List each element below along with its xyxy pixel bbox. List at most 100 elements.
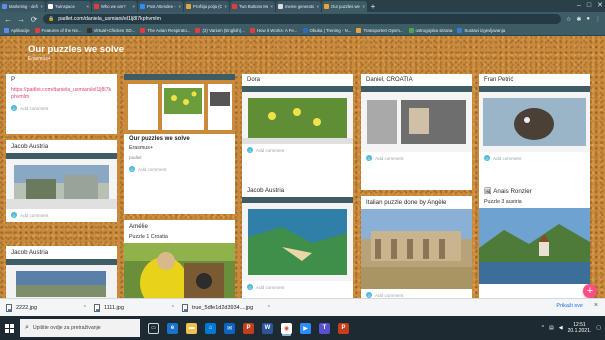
- post-card[interactable]: Jacob Austria ☺ Add comment: [6, 140, 117, 222]
- task-view-icon[interactable]: ▭: [148, 322, 159, 334]
- post-author: P: [11, 77, 16, 83]
- post-image: [6, 259, 117, 298]
- close-tab-icon[interactable]: ×: [362, 4, 365, 9]
- tab-favicon-icon: [140, 4, 145, 9]
- browser-tab[interactable]: Marketing - defin ×: [0, 1, 45, 12]
- add-comment-button[interactable]: ☺ Add comment: [361, 289, 472, 298]
- close-tab-icon[interactable]: ×: [316, 4, 319, 9]
- start-button[interactable]: [0, 316, 18, 340]
- maximize-icon[interactable]: □: [587, 0, 591, 11]
- bookmark-item[interactable]: Features of the Ne...: [34, 28, 82, 33]
- post-card[interactable]: Jacob Austria: [6, 246, 117, 298]
- add-comment-button[interactable]: ☺ Add comment: [242, 281, 353, 293]
- downloads-bar: 2222.jpg ^ 1111.jpg ^ true_5dfe1d2d3934...…: [0, 298, 605, 316]
- post-card[interactable]: Amélie Puzzle 1 Croatia: [124, 220, 235, 298]
- word-icon[interactable]: W: [262, 322, 273, 334]
- browser-tab[interactable]: meme generator ×: [276, 1, 321, 12]
- browser-tab[interactable]: Post Attendee - Z ×: [138, 1, 183, 12]
- browser-tab[interactable]: Proštija polja (C) ×: [184, 1, 229, 12]
- post-card[interactable]: Daniel, CROATIA ☺ Add comment: [361, 74, 472, 190]
- back-icon[interactable]: ←: [4, 15, 12, 24]
- close-icon[interactable]: ×: [594, 302, 598, 309]
- bookmark-favicon-icon: [302, 28, 308, 33]
- add-comment-button[interactable]: ☺ Add comment: [361, 152, 472, 164]
- bookmark-item[interactable]: Obuka | Trening - N...: [302, 28, 351, 33]
- browser-tab[interactable]: Two Buttons Me ×: [230, 1, 275, 12]
- post-image: [124, 74, 235, 134]
- chevron-up-icon[interactable]: ^: [172, 305, 174, 311]
- bookmark-item[interactable]: (2) Varium (English)...: [195, 28, 245, 33]
- clock[interactable]: 12:51 20.1.2021.: [568, 322, 592, 335]
- bookmark-item[interactable]: ostrogojska sitrana: [408, 28, 452, 33]
- show-all-downloads-link[interactable]: Prikaži sve: [556, 303, 583, 309]
- post-card[interactable]: 🖼 Anais Ronzier Puzzle 3 austria: [479, 184, 590, 298]
- file-explorer-icon[interactable]: ▬: [186, 322, 197, 334]
- browser-tab[interactable]: Who we are? ×: [92, 1, 137, 12]
- close-tab-icon[interactable]: ×: [40, 4, 43, 9]
- close-window-icon[interactable]: ✕: [597, 0, 603, 11]
- chrome-icon[interactable]: ◉: [281, 322, 292, 334]
- bookmark-item[interactable]: Transporteri Opsm...: [356, 28, 404, 33]
- avatar: ☺: [366, 155, 372, 161]
- teams-icon[interactable]: T: [319, 322, 330, 334]
- bookmark-item[interactable]: Virtual+Chicken SD...: [86, 28, 135, 33]
- powerpoint-icon[interactable]: P: [243, 322, 254, 334]
- reload-icon[interactable]: ⟳: [30, 15, 38, 24]
- bookmark-item[interactable]: The Avian Respirato...: [140, 28, 190, 33]
- new-tab-icon[interactable]: +: [368, 1, 378, 12]
- tab-favicon-icon: [186, 4, 191, 9]
- download-item[interactable]: 2222.jpg ^: [6, 303, 94, 312]
- close-tab-icon[interactable]: ×: [86, 4, 89, 9]
- close-tab-icon[interactable]: ×: [224, 4, 227, 9]
- image-file-icon: [182, 303, 188, 312]
- bookmark-item[interactable]: Aplikacije: [4, 28, 30, 33]
- download-item[interactable]: 1111.jpg ^: [94, 303, 182, 312]
- post-card[interactable]: Jacob Austria ☺ Add comment: [242, 184, 353, 298]
- add-comment-button[interactable]: ☺ Add comment: [124, 163, 235, 175]
- browser-tab[interactable]: Our puzzles we w×: [322, 1, 367, 12]
- zoom-icon[interactable]: ▶: [300, 322, 311, 334]
- address-bar[interactable]: 🔒 padlet.com/daniela_usmiani/el1lj8l7kph…: [43, 14, 561, 24]
- chevron-up-icon[interactable]: ^: [84, 305, 86, 311]
- mail-icon[interactable]: ✉: [224, 322, 235, 334]
- browser-tab[interactable]: Twinspace ×: [46, 1, 91, 12]
- volume-icon[interactable]: ◀: [559, 325, 563, 331]
- add-comment-button[interactable]: ☺ Add comment: [242, 144, 353, 156]
- add-post-button[interactable]: +: [583, 284, 597, 298]
- post-card[interactable]: P https://padlet.com/daniela_usmiani/el1…: [6, 74, 117, 134]
- add-comment-button[interactable]: ☺ Add comment: [479, 152, 590, 164]
- post-card[interactable]: Our puzzles we solve Erasmus+ padlet ☺ Ad…: [124, 74, 235, 214]
- menu-icon[interactable]: ⋮: [595, 16, 601, 23]
- tab-title: Proštija polja (C): [193, 4, 223, 9]
- post-link[interactable]: https://padlet.com/daniela_usmiani/el1lj…: [6, 86, 117, 102]
- post-image: [242, 197, 353, 281]
- extensions-icon[interactable]: ✱: [576, 16, 581, 23]
- page-subtitle: Erasmus+: [28, 56, 51, 62]
- minimize-icon[interactable]: –: [577, 0, 581, 11]
- edge-icon[interactable]: e: [167, 322, 178, 334]
- star-icon[interactable]: ☆: [566, 16, 571, 23]
- close-tab-icon[interactable]: ×: [178, 4, 181, 9]
- post-author: Daniel, CROATIA: [366, 77, 413, 83]
- powerpoint-icon[interactable]: P: [338, 322, 349, 334]
- profile-icon[interactable]: ●: [586, 16, 590, 23]
- chevron-up-icon[interactable]: ^: [542, 325, 544, 331]
- post-card[interactable]: Italian puzzle done by Angèle ☺ Add comme…: [361, 196, 472, 298]
- bookmark-item[interactable]: Sustavi izgevljavanja: [457, 28, 505, 33]
- post-image: [479, 208, 590, 284]
- add-comment-button[interactable]: ☺ Add comment: [6, 209, 117, 221]
- forward-icon[interactable]: →: [17, 15, 25, 24]
- network-icon[interactable]: ▤: [549, 325, 554, 331]
- notifications-icon[interactable]: ▢: [596, 325, 601, 331]
- post-image: [361, 209, 472, 289]
- download-item[interactable]: true_5dfe1d2d3934....jpg ^: [182, 303, 278, 312]
- close-tab-icon[interactable]: ×: [270, 4, 273, 9]
- add-comment-button[interactable]: ☺ Add comment: [6, 102, 117, 114]
- chevron-up-icon[interactable]: ^: [268, 305, 270, 311]
- close-tab-icon[interactable]: ×: [132, 4, 135, 9]
- taskbar-search-input[interactable]: ⌕ Upišite ovdje za pretraživanje: [20, 319, 140, 337]
- post-card[interactable]: Dora ☺ Add comment: [242, 74, 353, 192]
- bookmark-item[interactable]: How it Works: A Fe...: [249, 28, 298, 33]
- post-card[interactable]: Fran Petrić ☺ Add comment: [479, 74, 590, 184]
- store-icon[interactable]: ⌂: [205, 322, 216, 334]
